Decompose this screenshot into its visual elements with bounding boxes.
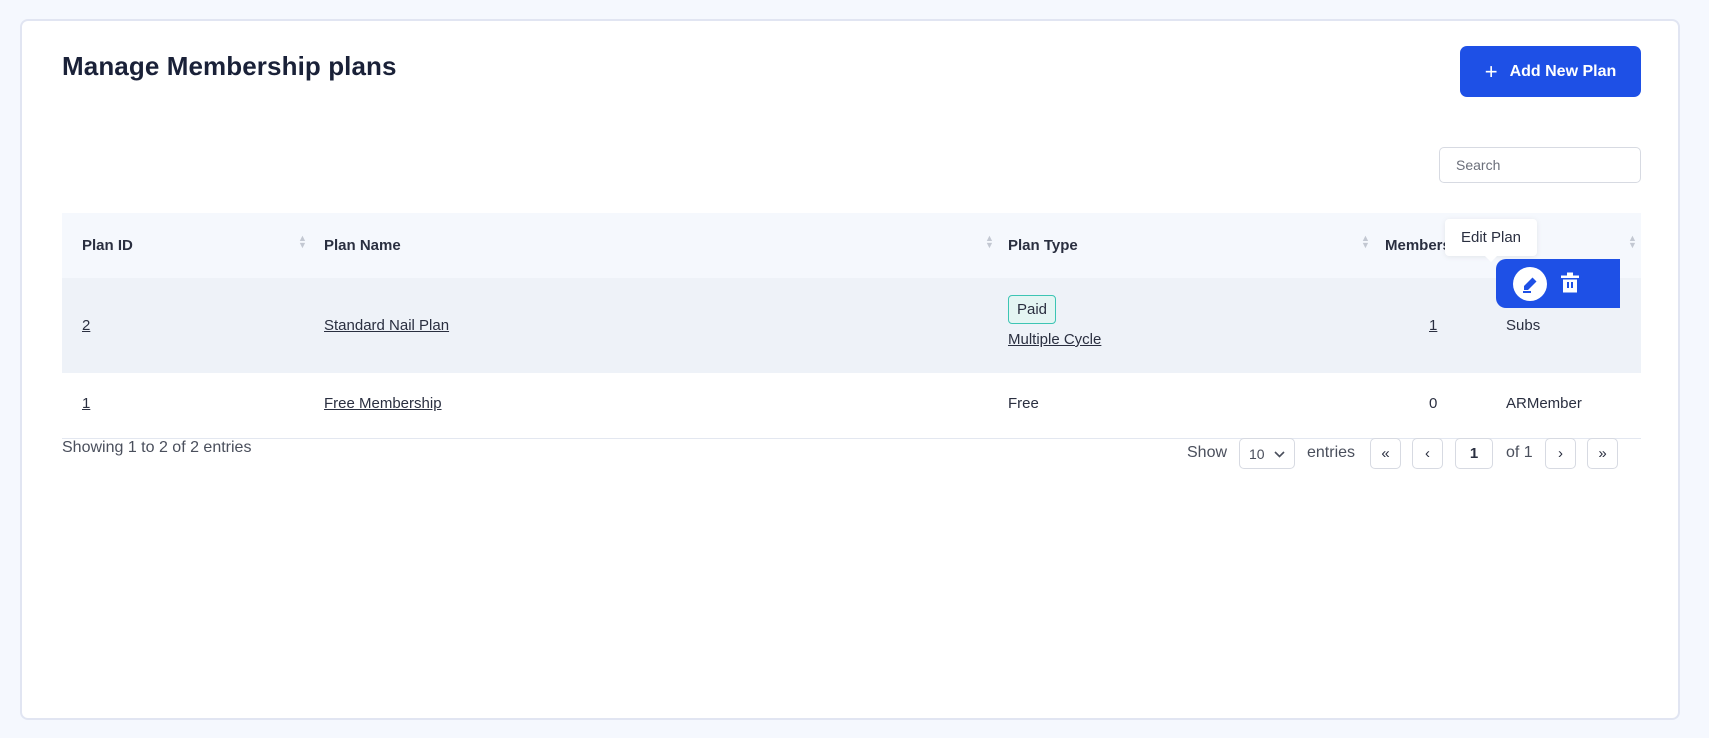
column-header-plan-id[interactable]: Plan ID [82,213,133,278]
wp-cell: Subs [1506,317,1541,334]
column-label: Plan Type [1008,237,1078,254]
current-page-input[interactable]: 1 [1455,438,1493,469]
row-actions-panel [1496,259,1620,308]
plans-table: Plan ID ▲ ▼ Plan Name ▲ ▼ Plan Type ▲ ▼ Mem… [62,213,1641,439]
trash-icon [1561,272,1579,293]
column-label: Plan Name [324,237,401,254]
column-label: Members [1385,237,1451,254]
page-size-select[interactable]: 10 [1239,438,1295,469]
wp-cell: ARMember [1506,395,1582,412]
paid-badge: Paid [1008,295,1057,324]
add-new-plan-button[interactable]: + Add New Plan [1460,46,1641,97]
column-header-plan-name[interactable]: Plan Name [324,213,401,278]
add-new-plan-label: Add New Plan [1509,62,1617,80]
page-title: Manage Membership plans [62,51,397,81]
next-page-button[interactable]: › [1545,438,1576,469]
chevron-down-icon [1274,451,1285,458]
table-header: Plan ID ▲ ▼ Plan Name ▲ ▼ Plan Type ▲ ▼ Mem… [62,213,1641,278]
page-count-label: of 1 [1506,444,1533,461]
table-row[interactable]: 2 Standard Nail Plan Paid Multiple Cycle… [62,278,1641,373]
members-count: 0 [1429,395,1438,412]
membership-plans-card: Manage Membership plans + Add New Plan P… [20,19,1680,720]
last-page-button[interactable]: » [1587,438,1618,469]
search-input[interactable] [1439,147,1641,183]
table-row[interactable]: 1 Free Membership Free 0 ARMember [62,373,1641,439]
plan-cycle-link[interactable]: Multiple Cycle [1008,331,1101,348]
plan-id-link[interactable]: 1 [82,395,90,412]
delete-plan-button[interactable] [1560,272,1580,299]
prev-page-button[interactable]: ‹ [1412,438,1443,469]
column-header-plan-type[interactable]: Plan Type [1008,213,1078,278]
edit-plan-tooltip: Edit Plan [1445,219,1537,262]
sort-icon[interactable]: ▲▼ [298,234,307,250]
entries-summary: Showing 1 to 2 of 2 entries [62,439,252,456]
pencil-icon [1523,277,1537,293]
members-count-link[interactable]: 1 [1429,317,1437,334]
column-header-members[interactable]: Members [1385,213,1451,278]
plan-type-cell: Free [1008,395,1039,412]
edit-plan-button[interactable] [1513,267,1547,301]
sort-icon[interactable]: ▲▼ [1628,234,1637,250]
show-label: Show [1187,444,1228,461]
entries-label: entries [1307,444,1356,461]
plan-name-link[interactable]: Free Membership [324,395,442,412]
plan-id-link[interactable]: 2 [82,317,90,334]
plan-type-cell: Paid [1008,295,1057,324]
pagination: Show 10 entries « ‹ 1 of 1 › » [1187,438,1642,470]
plus-icon: + [1484,58,1498,84]
sort-icon[interactable]: ▲▼ [1361,234,1370,250]
page-size-value: 10 [1249,445,1265,462]
first-page-button[interactable]: « [1370,438,1401,469]
column-label: Plan ID [82,237,133,254]
sort-icon[interactable]: ▲▼ [985,234,994,250]
plan-name-link[interactable]: Standard Nail Plan [324,317,449,334]
